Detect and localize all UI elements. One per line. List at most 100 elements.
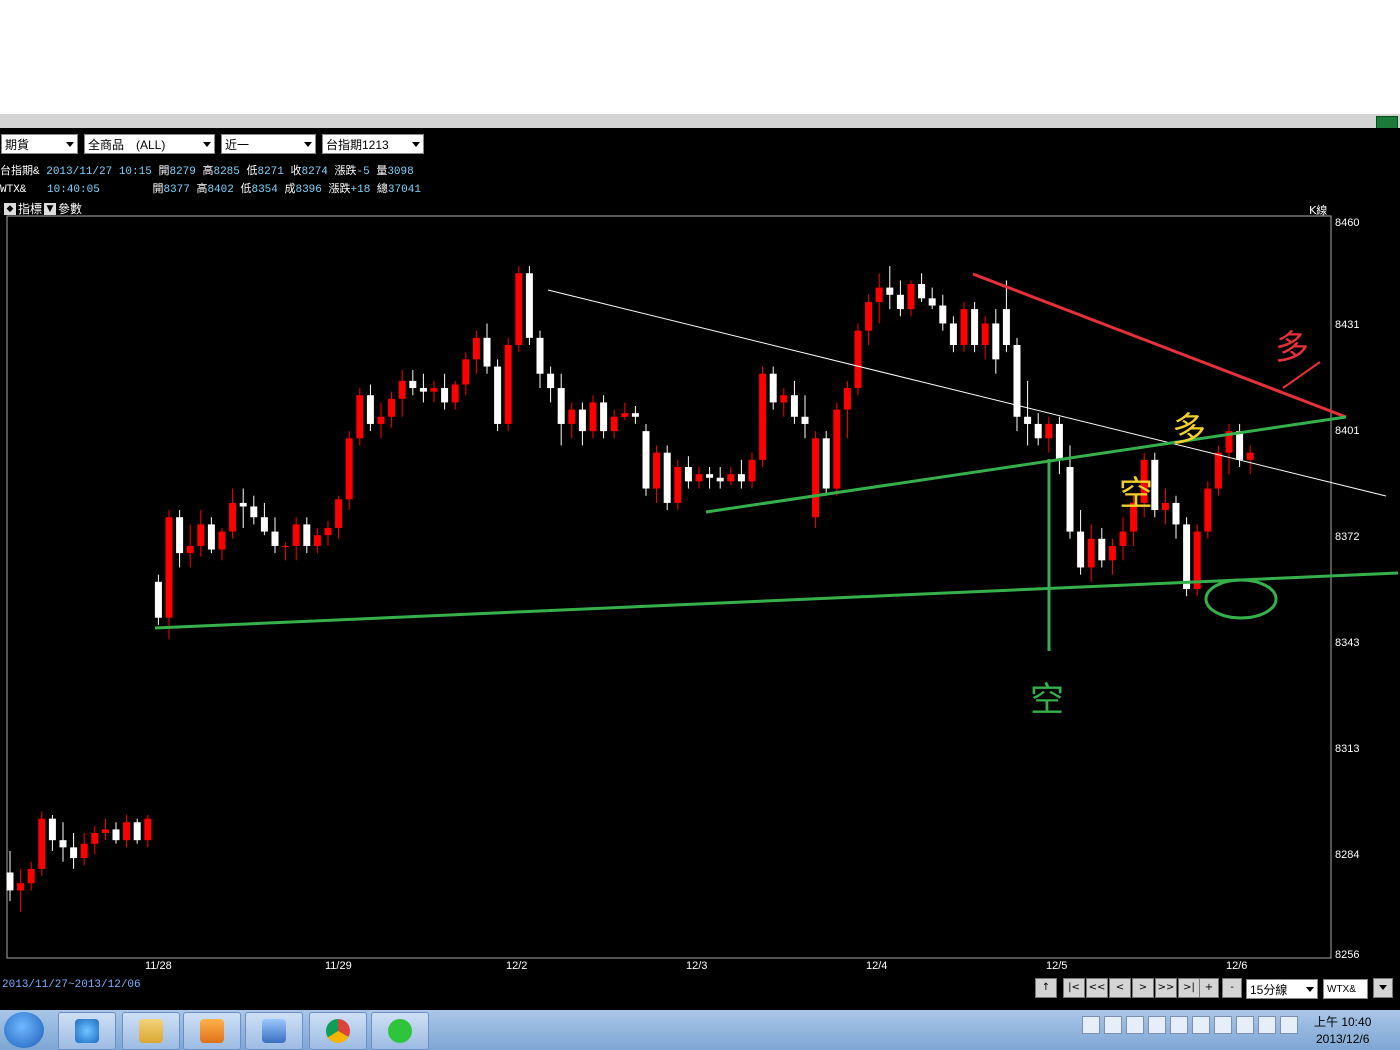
interval-select-value: 15分線	[1250, 983, 1288, 997]
candle-down	[207, 524, 215, 550]
candle-down	[366, 395, 374, 424]
page-back-button[interactable]: <<	[1086, 978, 1108, 998]
date-range: 2013/11/27~2013/12/06	[2, 979, 141, 991]
taskbar-app-button[interactable]	[245, 1012, 303, 1050]
bull-annotation-red: 多	[1275, 328, 1309, 368]
candle-up	[27, 868, 35, 884]
bull-annotation-yellow: 多	[1172, 410, 1206, 450]
candle-up	[17, 883, 25, 891]
taskbar-chrome-button[interactable]	[309, 1012, 367, 1050]
candlestick-chart[interactable]	[0, 0, 1400, 1050]
candle-down	[600, 402, 608, 432]
candle-down	[663, 452, 671, 503]
candle-down	[642, 431, 650, 489]
taskbar-explorer-button[interactable]	[122, 1012, 180, 1050]
candle-up	[812, 438, 820, 518]
candle-up	[123, 822, 131, 841]
candle-up	[843, 388, 851, 410]
chevron-down-icon	[1306, 987, 1314, 992]
candle-down	[6, 872, 14, 891]
media-player-icon	[200, 1019, 224, 1043]
show-hidden-icons-icon[interactable]	[1214, 1016, 1232, 1034]
candle-down	[1024, 416, 1032, 424]
green-circle-marker	[1204, 578, 1278, 620]
candle-down	[409, 380, 417, 389]
candle-down	[536, 337, 544, 374]
candle-down	[1055, 423, 1063, 460]
candle-up	[335, 499, 343, 528]
candle-up	[780, 395, 788, 403]
candle-down	[716, 477, 724, 482]
plot-area-frame	[6, 215, 1332, 959]
scroll-up-button[interactable]: ↑	[1035, 978, 1057, 998]
candle-up	[960, 309, 968, 345]
candle-up	[759, 373, 767, 460]
symbol-dropdown-button[interactable]	[1373, 978, 1393, 998]
chevron-down-icon	[1379, 985, 1387, 990]
candle-down	[1034, 423, 1042, 439]
y-tick-label: 8313	[1335, 743, 1360, 755]
trendlines-group	[154, 272, 1399, 651]
network-icon[interactable]	[1258, 1016, 1276, 1034]
step-forward-button[interactable]: >	[1132, 978, 1154, 998]
taskbar-media-button[interactable]	[183, 1012, 241, 1050]
candle-down	[303, 524, 311, 546]
candle-up	[865, 301, 873, 331]
y-tick-label: 8256	[1335, 949, 1360, 961]
candle-down	[684, 467, 692, 482]
candle-up	[430, 388, 438, 392]
zoom-out-button[interactable]: -	[1222, 978, 1242, 998]
candle-up	[313, 535, 321, 546]
candle-up	[229, 502, 237, 532]
candle-down	[737, 474, 745, 482]
candle-down	[70, 847, 78, 859]
candle-up	[504, 345, 512, 424]
go-first-button[interactable]: |<	[1063, 978, 1085, 998]
zoom-in-button[interactable]: +	[1199, 978, 1219, 998]
tray-keyboard-icon[interactable]	[1148, 1016, 1166, 1034]
x-tick-label: 11/29	[325, 960, 352, 972]
page-forward-button[interactable]: >>	[1155, 978, 1177, 998]
candle-down	[525, 273, 533, 338]
candle-up	[568, 409, 576, 424]
tray-settings-icon[interactable]	[1192, 1016, 1210, 1034]
candle-down	[822, 438, 830, 489]
candle-up	[1119, 531, 1127, 546]
bear-annotation-yellow: 空	[1119, 474, 1153, 514]
candle-up	[875, 287, 883, 302]
tray-ime-icon[interactable]	[1126, 1016, 1144, 1034]
step-back-button[interactable]: <	[1109, 978, 1131, 998]
taskbar-line-button[interactable]	[371, 1012, 429, 1050]
candle-down	[260, 517, 268, 532]
tray-app-icon[interactable]	[1082, 1016, 1100, 1034]
candle-up	[610, 416, 618, 432]
candle-down	[1183, 524, 1191, 589]
tray-action-center-icon[interactable]	[1236, 1016, 1254, 1034]
x-tick-label: 12/6	[1226, 960, 1248, 972]
volume-icon[interactable]	[1280, 1016, 1298, 1034]
candle-down	[133, 822, 141, 841]
symbol-field[interactable]: WTX&	[1323, 979, 1368, 999]
y-tick-label: 8431	[1335, 319, 1360, 331]
interval-select[interactable]: 15分線	[1246, 979, 1318, 999]
candle-up	[101, 829, 109, 833]
start-button[interactable]	[4, 1012, 44, 1048]
candle-up	[218, 531, 226, 550]
taskbar-clock[interactable]: 上午 10:40 2013/12/6	[1314, 1014, 1371, 1048]
candle-up	[197, 524, 205, 546]
candle-down	[1236, 431, 1244, 460]
candle-down	[1172, 502, 1180, 525]
candle-down	[419, 388, 427, 392]
candle-up	[38, 818, 46, 869]
candle-up	[451, 384, 459, 403]
candle-up	[1161, 502, 1169, 511]
folder-icon	[139, 1019, 163, 1043]
go-last-button[interactable]: >|	[1178, 978, 1200, 998]
help-icon[interactable]	[1170, 1016, 1188, 1034]
candle-down	[886, 287, 894, 295]
candle-up	[1246, 452, 1254, 460]
tray-language-icon[interactable]	[1104, 1016, 1122, 1034]
candle-down	[441, 388, 449, 403]
taskbar-ie-button[interactable]	[58, 1012, 116, 1050]
candle-down	[48, 818, 56, 841]
